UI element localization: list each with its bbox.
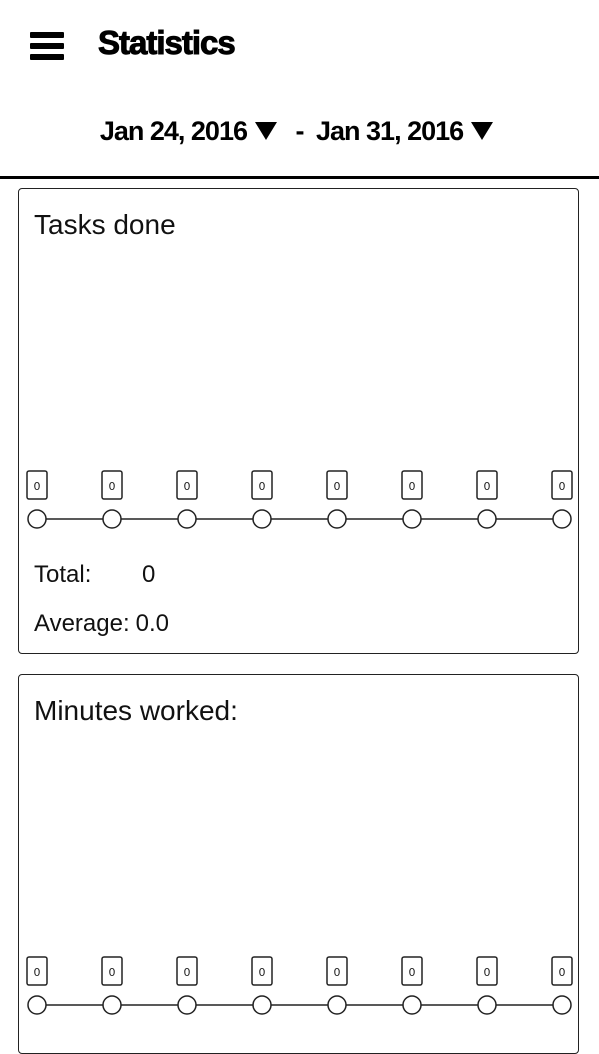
minutes-worked-data-point bbox=[552, 995, 572, 1015]
svg-text:0: 0 bbox=[409, 966, 416, 979]
minutes-worked-title: Minutes worked: bbox=[34, 695, 238, 726]
total-value: 0 bbox=[142, 561, 156, 588]
minutes-worked-data-label: 0 bbox=[401, 956, 423, 986]
tasks-done-data-label: 0 bbox=[326, 470, 348, 500]
tasks-done-card: Tasks done 0 0 0 0 0 0 0 0 Total: 0 Average: 0.0 bbox=[18, 188, 579, 654]
tasks-done-data-point bbox=[552, 509, 572, 529]
tasks-done-data-label: 0 bbox=[551, 470, 573, 500]
svg-text:0: 0 bbox=[559, 480, 566, 493]
svg-text:0: 0 bbox=[259, 480, 266, 493]
minutes-worked-data-label: 0 bbox=[176, 956, 198, 986]
svg-text:0: 0 bbox=[334, 966, 341, 979]
page-title: Statistics bbox=[98, 24, 237, 62]
minutes-worked-data-point bbox=[177, 995, 197, 1015]
end-date-picker[interactable]: Jan 31, 2016 bbox=[316, 116, 499, 146]
tasks-done-data-label: 0 bbox=[401, 470, 423, 500]
end-date-label: Jan 31, 2016 bbox=[316, 116, 464, 146]
svg-text:0: 0 bbox=[184, 966, 191, 979]
tasks-done-data-point bbox=[27, 509, 47, 529]
tasks-done-data-point bbox=[102, 509, 122, 529]
svg-text:0: 0 bbox=[559, 966, 566, 979]
minutes-worked-data-label: 0 bbox=[551, 956, 573, 986]
minutes-worked-data-point bbox=[327, 995, 347, 1015]
tasks-done-data-label: 0 bbox=[176, 470, 198, 500]
minutes-worked-data-label: 0 bbox=[476, 956, 498, 986]
minutes-worked-data-label: 0 bbox=[326, 956, 348, 986]
date-separator: - bbox=[295, 116, 305, 146]
end-date-dropdown-icon bbox=[471, 121, 494, 140]
minutes-worked-data-point bbox=[102, 995, 122, 1015]
average-label: Average: bbox=[34, 610, 130, 637]
tasks-done-data-label: 0 bbox=[26, 470, 48, 500]
tasks-done-data-point bbox=[477, 509, 497, 529]
app-bar: Statistics bbox=[0, 0, 599, 96]
minutes-worked-data-label: 0 bbox=[26, 956, 48, 986]
svg-text:0: 0 bbox=[34, 966, 41, 979]
start-date-dropdown-icon bbox=[254, 121, 277, 140]
tasks-done-data-point bbox=[327, 509, 347, 529]
tasks-done-data-label: 0 bbox=[476, 470, 498, 500]
minutes-worked-data-label: 0 bbox=[101, 956, 123, 986]
hamburger-menu-icon[interactable] bbox=[30, 32, 64, 60]
tasks-done-data-point bbox=[402, 509, 422, 529]
average-value: 0.0 bbox=[135, 610, 169, 637]
minutes-worked-data-point bbox=[477, 995, 497, 1015]
minutes-worked-data-point bbox=[402, 995, 422, 1015]
average-stat: Average: 0.0 bbox=[34, 610, 169, 638]
tasks-done-data-label: 0 bbox=[251, 470, 273, 500]
svg-text:0: 0 bbox=[34, 480, 41, 493]
minutes-worked-data-point bbox=[27, 995, 47, 1015]
tasks-done-data-point bbox=[252, 509, 272, 529]
svg-text:0: 0 bbox=[484, 966, 491, 979]
svg-text:0: 0 bbox=[334, 480, 341, 493]
svg-text:0: 0 bbox=[409, 480, 416, 493]
minutes-worked-card: Minutes worked: 0 0 0 0 0 0 0 0 bbox=[18, 674, 579, 1054]
svg-text:0: 0 bbox=[259, 966, 266, 979]
minutes-worked-data-point bbox=[252, 995, 272, 1015]
svg-text:0: 0 bbox=[184, 480, 191, 493]
tasks-done-title: Tasks done bbox=[34, 209, 176, 240]
start-date-label: Jan 24, 2016 bbox=[99, 116, 248, 146]
tasks-done-data-point bbox=[177, 509, 197, 529]
svg-text:0: 0 bbox=[109, 966, 116, 979]
svg-text:0: 0 bbox=[484, 480, 491, 493]
svg-text:0: 0 bbox=[109, 480, 116, 493]
tasks-done-data-label: 0 bbox=[101, 470, 123, 500]
minutes-worked-chart: 0 0 0 0 0 0 0 0 bbox=[26, 956, 573, 1015]
total-label: Total: bbox=[34, 561, 92, 588]
start-date-picker[interactable]: Jan 24, 2016 bbox=[100, 116, 290, 146]
header-divider bbox=[0, 176, 599, 179]
date-range-selector: Jan 24, 2016 - Jan 31, 2016 bbox=[0, 116, 599, 147]
minutes-worked-data-label: 0 bbox=[251, 956, 273, 986]
tasks-done-chart: 0 0 0 0 0 0 0 0 bbox=[26, 470, 573, 529]
total-stat: Total: 0 bbox=[34, 561, 155, 589]
